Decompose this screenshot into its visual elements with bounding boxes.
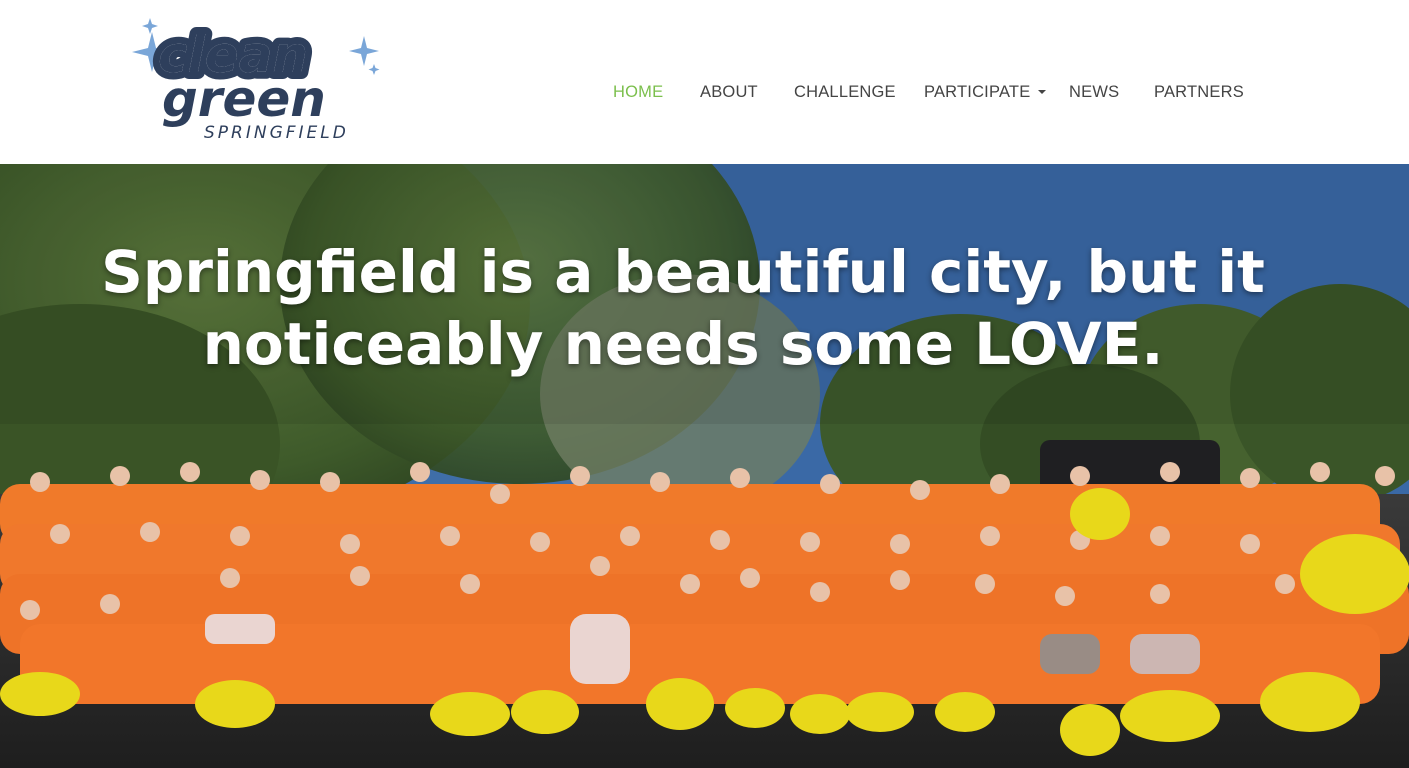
nav-news[interactable]: NEWS: [1069, 70, 1119, 114]
nav-partners[interactable]: PARTNERS: [1154, 70, 1244, 114]
hero-headline-line2: noticeably needs some LOVE.: [202, 310, 1164, 378]
hero-headline-line1: Springfield is a beautiful city, but it: [101, 238, 1265, 306]
caret-down-icon: [1038, 89, 1047, 94]
nav-participate-label: PARTICIPATE: [924, 83, 1031, 101]
nav-about[interactable]: ABOUT: [700, 70, 758, 114]
nav-participate[interactable]: PARTICIPATE: [924, 70, 1047, 114]
site-header: clean clean green SPRINGFIELD HOME ABOUT…: [0, 0, 1409, 164]
main-nav: HOME ABOUT CHALLENGE PARTICIPATE NEWS PA…: [0, 70, 1409, 114]
hero-headline: Springfield is a beautiful city, but it …: [0, 236, 1366, 380]
nav-challenge[interactable]: CHALLENGE: [794, 70, 896, 114]
nav-home[interactable]: HOME: [613, 70, 663, 114]
hero-banner: Springfield is a beautiful city, but it …: [0, 164, 1409, 768]
logo-line-springfield: SPRINGFIELD: [204, 123, 349, 143]
